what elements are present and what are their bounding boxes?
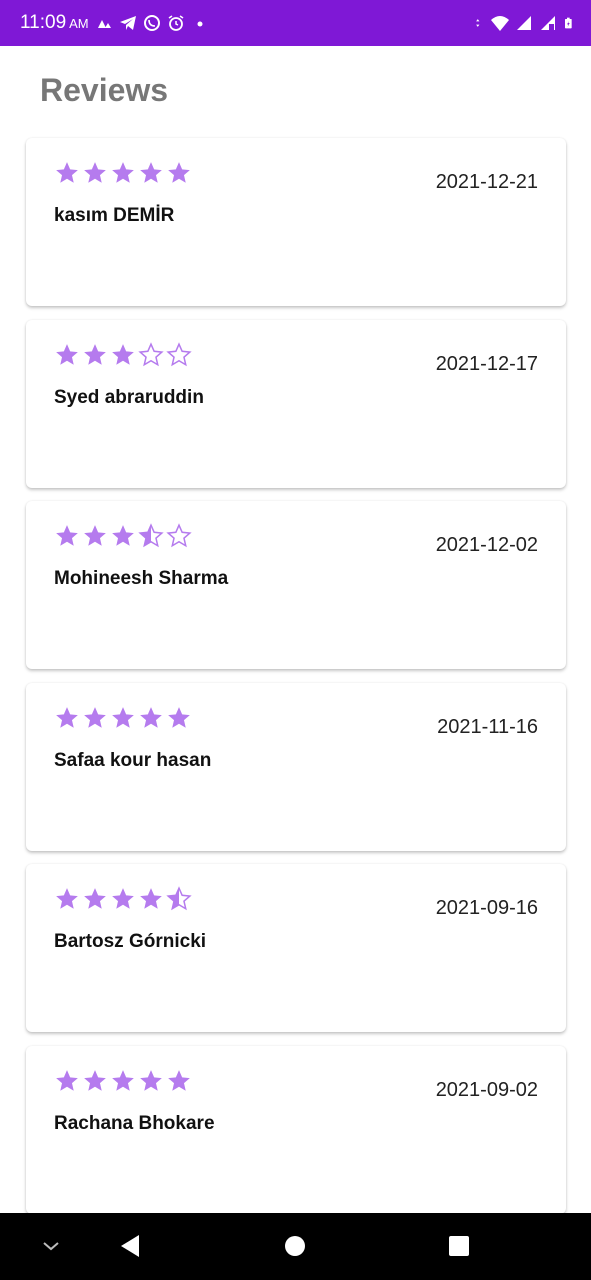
battery-icon: [565, 17, 572, 29]
page-title: Reviews: [40, 72, 169, 108]
star-filled-icon: [168, 162, 190, 183]
star-half-icon: [138, 523, 164, 548]
telegram-icon: [119, 16, 136, 30]
whatsapp-icon: [143, 15, 160, 31]
review-card[interactable]: 2021-09-02 Rachana Bhokare: [26, 1045, 566, 1214]
review-date: 2021-09-02: [435, 1078, 538, 1101]
star-filled-icon: [84, 525, 106, 546]
star-filled-icon: [84, 343, 106, 365]
strava-icon: [97, 20, 111, 28]
star-filled-icon: [112, 706, 134, 728]
star-filled-icon: [140, 1069, 162, 1091]
star-filled-icon: [56, 1069, 78, 1091]
alarm-icon: [168, 15, 184, 31]
star-filled-icon: [112, 525, 134, 546]
star-filled-icon: [112, 888, 134, 909]
signal-roaming-icon: [541, 16, 555, 30]
star-filled-icon: [168, 706, 190, 728]
star-rating: [54, 523, 192, 549]
reviewer-name: Mohineesh Sharma: [54, 568, 229, 589]
keyboard-hide-icon[interactable]: [36, 1231, 66, 1261]
back-icon[interactable]: [115, 1231, 145, 1261]
star-filled-icon: [56, 706, 78, 728]
reviewer-name: kasım DEMİR: [54, 205, 175, 226]
star-filled-icon: [84, 1069, 106, 1091]
status-bar: 11:09 AM: [0, 0, 591, 46]
star-rating: [54, 705, 192, 731]
star-half-icon: [166, 886, 192, 911]
star-filled-icon: [84, 162, 106, 183]
wifi-icon: [491, 16, 509, 31]
review-card[interactable]: 2021-12-02 Mohineesh Sharma: [26, 501, 566, 669]
review-card[interactable]: 2021-11-16 Safaa kour hasan: [26, 682, 566, 851]
star-filled-icon: [112, 343, 134, 365]
reviewer-name: Syed abraruddin: [54, 386, 204, 408]
review-date: 2021-12-21: [435, 171, 538, 193]
star-empty-icon: [166, 523, 192, 548]
review-date: 2021-12-02: [435, 534, 538, 556]
star-filled-icon: [56, 888, 78, 909]
reviewer-name: Safaa kour hasan: [54, 749, 212, 771]
star-filled-icon: [84, 888, 106, 909]
star-filled-icon: [112, 162, 134, 183]
star-filled-icon: [56, 525, 78, 546]
data-arrows-icon: [476, 19, 480, 27]
star-rating: [54, 1068, 192, 1094]
star-filled-icon: [56, 343, 78, 365]
navigation-bar: [0, 1213, 591, 1280]
star-filled-icon: [140, 162, 162, 183]
star-rating: [54, 160, 192, 186]
review-list[interactable]: 2021-12-21 kasım DEMİR 2021-12-17 Syed abra…: [26, 138, 566, 1227]
star-filled-icon: [56, 162, 78, 183]
review-date: 2021-12-17: [435, 352, 538, 375]
recents-icon[interactable]: [444, 1231, 474, 1261]
review-date: 2021-11-16: [437, 715, 538, 738]
star-filled-icon: [168, 1069, 190, 1091]
status-time: 11:09: [20, 12, 67, 33]
review-card[interactable]: 2021-12-21 kasım DEMİR: [26, 138, 566, 306]
star-empty-icon: [138, 341, 164, 366]
review-card[interactable]: 2021-12-17 Syed abraruddin: [26, 319, 566, 488]
review-card[interactable]: 2021-09-16 Bartosz Górnicki: [26, 864, 566, 1032]
status-right: [475, 14, 575, 32]
star-filled-icon: [140, 706, 162, 728]
status-ampm: AM: [69, 15, 89, 31]
status-left: 11:09 AM: [20, 12, 209, 34]
reviewer-name: Rachana Bhokare: [54, 1112, 215, 1134]
star-filled-icon: [140, 888, 162, 909]
star-filled-icon: [84, 706, 106, 728]
star-filled-icon: [112, 1069, 134, 1091]
star-rating: [54, 341, 192, 368]
signal-icon: [517, 16, 531, 30]
reviewer-name: Bartosz Górnicki: [54, 931, 207, 952]
home-icon[interactable]: [280, 1231, 310, 1261]
star-empty-icon: [166, 341, 192, 366]
star-rating: [54, 886, 192, 912]
notification-dot-icon: [197, 21, 203, 27]
review-date: 2021-09-16: [435, 897, 538, 919]
